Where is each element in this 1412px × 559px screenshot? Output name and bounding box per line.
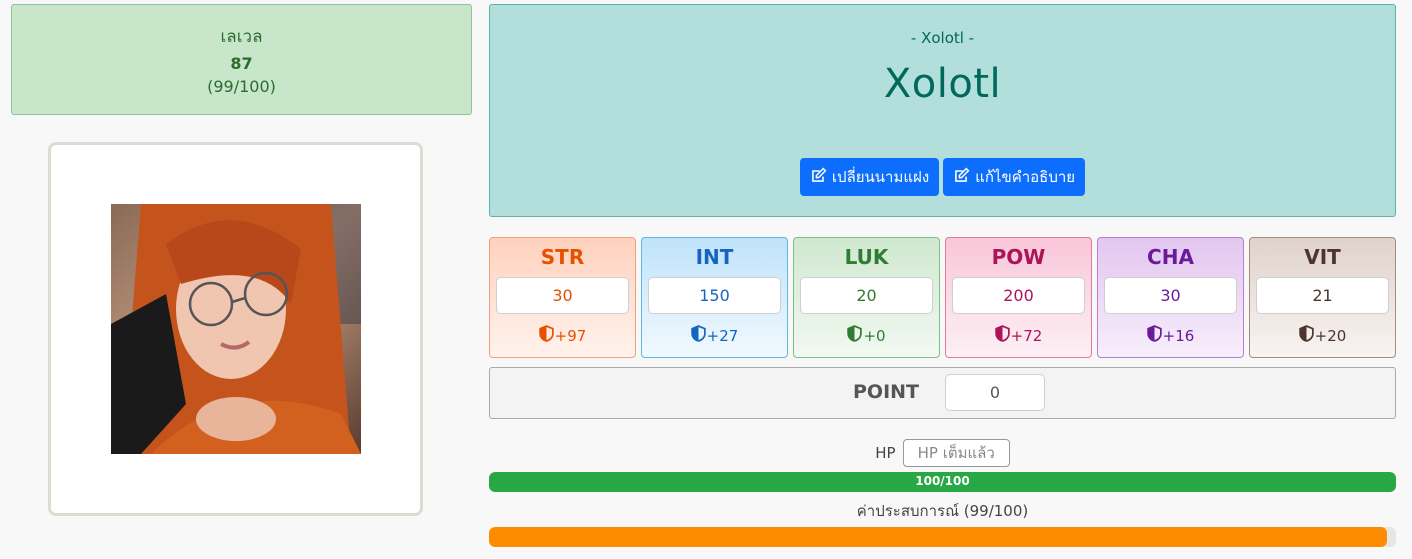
stat-bonus: +0 [794,325,939,346]
shield-icon [538,325,554,346]
stat-value-input[interactable]: 30 [496,277,629,314]
stat-bonus-value: +97 [554,326,587,345]
shield-icon [1298,325,1314,346]
hp-full-button[interactable]: HP เต็มแล้ว [902,439,1010,467]
shield-icon [847,325,863,346]
stat-bonus: +27 [642,325,787,346]
profile-subtitle: - Xolotl - [910,29,975,47]
stat-name: CHA [1147,245,1194,269]
change-alias-label: เปลี่ยนนามแฝง [831,168,930,186]
stat-bonus: +16 [1098,325,1243,346]
stat-value-input[interactable]: 21 [1256,277,1389,314]
hp-bar-text: 100/100 [915,474,970,488]
stat-name: LUK [844,245,889,269]
level-value: 87 [230,54,253,73]
avatar-frame [48,142,423,516]
edit-description-label: แก้ไขคำอธิบาย [975,168,1076,186]
point-label: POINT [853,381,920,403]
shield-icon [1146,325,1162,346]
stat-name: STR [540,245,585,269]
avatar [111,204,361,454]
hp-bar: 100/100 [489,472,1396,492]
stat-bonus-value: +20 [1314,326,1347,345]
stat-bonus: +72 [946,325,1091,346]
change-alias-button[interactable]: เปลี่ยนนามแฝง [799,158,940,196]
profile-card: - Xolotl - Xolotl เปลี่ยนนามแฝง แก้ไขคำอ… [489,4,1396,217]
stat-card-str: STR 30 +97 [489,237,636,358]
exp-bar-fill [489,527,1387,547]
hp-row: HP HP เต็มแล้ว [489,439,1396,467]
level-progress: (99/100) [207,77,276,96]
edit-icon [953,167,970,188]
edit-icon [810,167,827,188]
stat-card-pow: POW 200 +72 [945,237,1092,358]
stat-card-vit: VIT 21 +20 [1249,237,1396,358]
stat-bonus-value: +0 [863,326,886,345]
stat-bonus-value: +16 [1162,326,1195,345]
stat-value-input[interactable]: 200 [952,277,1085,314]
stat-bonus-value: +27 [706,326,739,345]
profile-name: Xolotl [883,61,1002,107]
stat-value-input[interactable]: 150 [648,277,781,314]
edit-description-button[interactable]: แก้ไขคำอธิบาย [943,158,1086,196]
stat-bonus: +97 [490,325,635,346]
profile-actions: เปลี่ยนนามแฝง แก้ไขคำอธิบาย [490,158,1395,196]
stat-card-cha: CHA 30 +16 [1097,237,1244,358]
shield-icon [994,325,1010,346]
level-label: เลเวล [220,27,263,47]
point-value-input[interactable]: 0 [945,374,1045,411]
level-panel: เลเวล 87 (99/100) [11,4,472,115]
stat-value-input[interactable]: 20 [800,277,933,314]
stat-name: POW [991,245,1046,269]
stat-bonus-value: +72 [1010,326,1043,345]
stat-card-int: INT 150 +27 [641,237,788,358]
stat-bonus: +20 [1250,325,1395,346]
exp-bar [489,527,1396,547]
stat-name: VIT [1304,245,1341,269]
stat-card-luk: LUK 20 +0 [793,237,940,358]
hp-label: HP [875,444,896,462]
shield-icon [690,325,706,346]
point-panel: POINT 0 [489,367,1396,419]
stat-name: INT [695,245,734,269]
exp-label: ค่าประสบการณ์ (99/100) [856,502,1029,520]
stat-value-input[interactable]: 30 [1104,277,1237,314]
